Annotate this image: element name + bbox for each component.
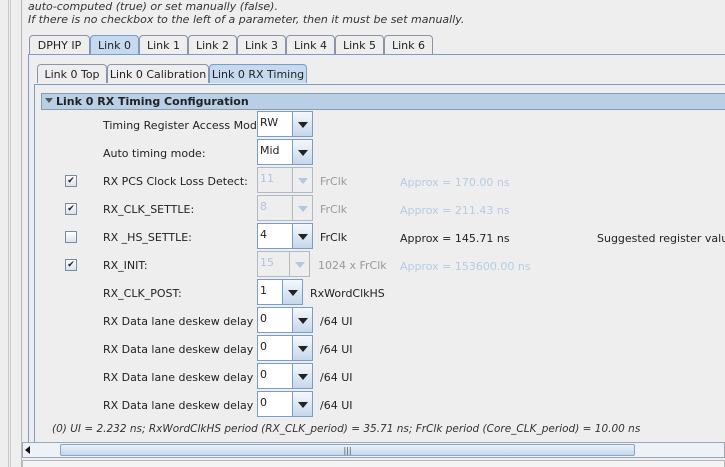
deskew-2-unit: /64 UI bbox=[320, 371, 353, 384]
chevron-down-icon[interactable] bbox=[293, 391, 313, 417]
chevron-down-icon[interactable] bbox=[293, 111, 313, 137]
chevron-down-icon bbox=[293, 195, 313, 221]
deskew-0-value: 0 bbox=[257, 307, 293, 333]
info-line-2: If there is no checkbox to the left of a… bbox=[28, 13, 465, 26]
deskew-2-label: RX Data lane deskew delay 2: bbox=[103, 371, 268, 384]
clk-settle-checkbox[interactable]: ✔ bbox=[65, 203, 77, 215]
hs-settle-label: RX _HS_SETTLE: bbox=[103, 231, 192, 244]
deskew-3-combo[interactable]: 0 bbox=[257, 391, 313, 417]
scroll-left-arrow-icon[interactable] bbox=[25, 446, 30, 454]
hs-settle-suggested: Suggested register value: 0 bbox=[597, 232, 725, 245]
pcs-loss-unit: FrClk bbox=[320, 175, 348, 188]
chevron-down-icon[interactable] bbox=[293, 307, 313, 333]
pcs-loss-approx: Approx = 170.00 ns bbox=[400, 176, 510, 189]
deskew-1-value: 0 bbox=[257, 335, 293, 361]
deskew-1-label: RX Data lane deskew delay 1: bbox=[103, 343, 268, 356]
init-approx: Approx = 153600.00 ns bbox=[400, 260, 531, 273]
auto-mode-label: Auto timing mode: bbox=[103, 147, 206, 160]
left-frame bbox=[0, 0, 22, 467]
init-label: RX_INIT: bbox=[103, 259, 148, 272]
clk-post-combo[interactable]: 1 bbox=[257, 279, 303, 305]
deskew-0-combo[interactable]: 0 bbox=[257, 307, 313, 333]
chevron-down-icon[interactable] bbox=[293, 223, 313, 249]
tab-link-1[interactable]: Link 1 bbox=[139, 35, 188, 54]
hs-settle-checkbox[interactable] bbox=[65, 231, 77, 243]
hs-settle-unit: FrClk bbox=[320, 231, 348, 244]
tab-dphy-ip[interactable]: DPHY IP bbox=[29, 35, 90, 54]
hs-settle-combo[interactable]: 4 bbox=[257, 223, 313, 249]
clk-post-label: RX_CLK_POST: bbox=[103, 287, 182, 300]
clk-settle-approx: Approx = 211.43 ns bbox=[400, 204, 510, 217]
deskew-3-unit: /64 UI bbox=[320, 399, 353, 412]
tab-link-0[interactable]: Link 0 bbox=[90, 35, 139, 54]
clk-settle-label: RX_CLK_SETTLE: bbox=[103, 203, 195, 216]
chevron-down-icon[interactable] bbox=[293, 139, 313, 165]
access-mode-label: Timing Register Access Mode: bbox=[103, 119, 268, 132]
pcs-loss-value: 11 bbox=[257, 167, 293, 193]
tab-link-0-rx-timing[interactable]: Link 0 RX Timing bbox=[209, 64, 307, 83]
auto-mode-combo[interactable]: Mid bbox=[257, 139, 313, 165]
info-line-1: auto-computed (true) or set manually (fa… bbox=[28, 0, 278, 13]
pcs-loss-combo[interactable]: 11 bbox=[257, 167, 313, 193]
collapse-triangle-icon bbox=[45, 98, 53, 103]
tab-link-3[interactable]: Link 3 bbox=[237, 35, 286, 54]
deskew-0-unit: /64 UI bbox=[320, 315, 353, 328]
tab-link-4[interactable]: Link 4 bbox=[286, 35, 335, 54]
chevron-down-icon bbox=[290, 251, 310, 277]
clk-post-value: 1 bbox=[257, 279, 283, 305]
deskew-2-combo[interactable]: 0 bbox=[257, 363, 313, 389]
access-mode-value: RW bbox=[257, 111, 293, 137]
chevron-down-icon[interactable] bbox=[293, 363, 313, 389]
tab-link-2[interactable]: Link 2 bbox=[188, 35, 237, 54]
clk-post-unit: RxWordClkHS bbox=[310, 287, 385, 300]
deskew-1-unit: /64 UI bbox=[320, 343, 353, 356]
tab-link-6[interactable]: Link 6 bbox=[384, 35, 433, 54]
auto-mode-value: Mid bbox=[257, 139, 293, 165]
section-title: Link 0 RX Timing Configuration bbox=[56, 95, 249, 108]
deskew-2-value: 0 bbox=[257, 363, 293, 389]
section-header[interactable]: Link 0 RX Timing Configuration bbox=[41, 93, 725, 110]
init-combo[interactable]: 15 bbox=[257, 251, 310, 277]
hs-settle-approx: Approx = 145.71 ns bbox=[400, 232, 510, 245]
pcs-loss-checkbox[interactable]: ✔ bbox=[65, 175, 77, 187]
chevron-down-icon[interactable] bbox=[293, 335, 313, 361]
deskew-0-label: RX Data lane deskew delay 0: bbox=[103, 315, 268, 328]
pcs-loss-label: RX PCS Clock Loss Detect: bbox=[103, 175, 248, 188]
left-divider[interactable] bbox=[8, 0, 11, 467]
access-mode-combo[interactable]: RW bbox=[257, 111, 313, 137]
chevron-down-icon[interactable] bbox=[283, 279, 303, 305]
clk-settle-combo[interactable]: 8 bbox=[257, 195, 313, 221]
bottom-panel bbox=[22, 460, 725, 467]
deskew-3-label: RX Data lane deskew delay 3: bbox=[103, 399, 268, 412]
clk-settle-value: 8 bbox=[257, 195, 293, 221]
init-value: 15 bbox=[257, 251, 290, 277]
chevron-down-icon bbox=[293, 167, 313, 193]
tab-link-0-calibration[interactable]: Link 0 Calibration bbox=[107, 64, 209, 83]
scrollbar-thumb[interactable]: ||| bbox=[60, 444, 635, 456]
init-checkbox[interactable]: ✔ bbox=[65, 259, 77, 271]
init-unit: 1024 x FrClk bbox=[318, 259, 387, 272]
tab-link-5[interactable]: Link 5 bbox=[335, 35, 384, 54]
clk-settle-unit: FrClk bbox=[320, 203, 348, 216]
horizontal-scrollbar[interactable]: ||| bbox=[22, 442, 725, 458]
hs-settle-value: 4 bbox=[257, 223, 293, 249]
deskew-1-combo[interactable]: 0 bbox=[257, 335, 313, 361]
tab-link-0-top[interactable]: Link 0 Top bbox=[37, 64, 107, 83]
timing-note-0: (0) UI = 2.232 ns; RxWordClkHS period (R… bbox=[52, 423, 641, 435]
deskew-3-value: 0 bbox=[257, 391, 293, 417]
